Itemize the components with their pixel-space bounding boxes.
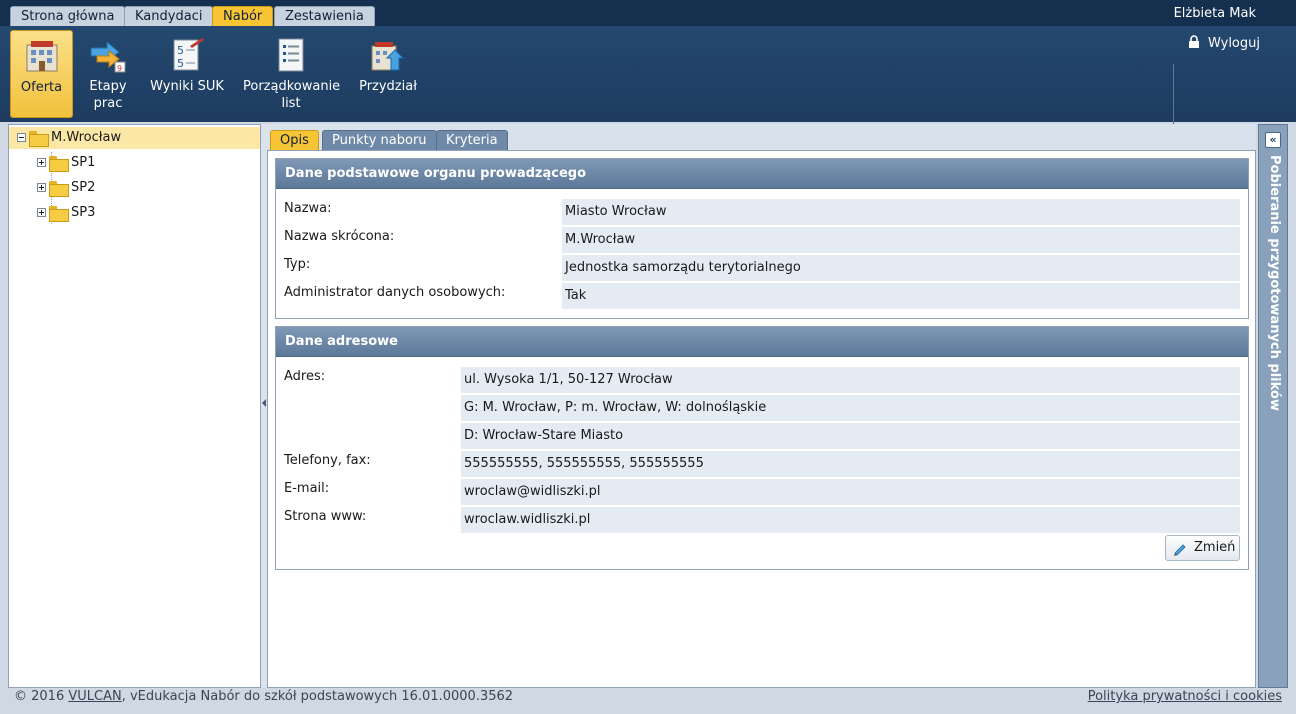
tree-node-label: M.Wrocław (51, 130, 122, 145)
main-panel: Opis Punkty naboru Kryteria Dane podstaw… (267, 124, 1256, 688)
field-value-address-line: G: M. Wrocław, P: m. Wrocław, W: dolnośl… (461, 395, 1240, 421)
assign-icon (369, 36, 407, 74)
section-basic-data: Dane podstawowe organu prowadzącego Nazw… (275, 158, 1249, 319)
section-title: Dane adresowe (276, 327, 1248, 357)
field-value-nazwa: Miasto Wrocław (562, 199, 1240, 225)
expand-icon[interactable] (37, 208, 46, 217)
files-side-panel[interactable]: « Pobieranie przygotowanych plików (1258, 124, 1288, 688)
tab-content: Dane podstawowe organu prowadzącego Nazw… (267, 150, 1256, 688)
toolbar-oferta-button[interactable]: Oferta (10, 30, 73, 118)
privacy-link[interactable]: Polityka prywatności i cookies (1088, 689, 1282, 704)
toolbar: Oferta 9 Etapy prac 5 5 Wyniki SUK Porzą… (0, 26, 1296, 130)
folder-open-icon (29, 130, 49, 147)
edit-button[interactable]: Zmień (1165, 535, 1240, 561)
toolbar-wyniki-suk-button[interactable]: 5 5 Wyniki SUK (148, 30, 226, 118)
field-value-www: wroclaw.widliszki.pl (461, 507, 1240, 533)
list-icon (272, 36, 310, 74)
user-name: Elżbieta Mak (1173, 6, 1256, 21)
tree-node-root[interactable]: M.Wrocław (9, 127, 260, 149)
subtab-opis[interactable]: Opis (270, 130, 319, 150)
tree-panel: M.Wrocław SP1 SP2 SP3 (8, 124, 261, 688)
toolbar-label: Porządkowanie list (243, 79, 341, 111)
tree-node-label: SP3 (71, 205, 96, 220)
folder-icon (49, 180, 69, 197)
field-label: Nazwa: (284, 201, 332, 216)
field-value-typ: Jednostka samorządu terytorialnego (562, 255, 1240, 281)
field-value-nazwa-skrocona: M.Wrocław (562, 227, 1240, 253)
logout-label: Wyloguj (1208, 36, 1260, 51)
section-title: Dane podstawowe organu prowadzącego (276, 159, 1248, 189)
footer-copyright: © 2016 VULCAN, vEdukacja Nabór do szkół … (14, 688, 513, 706)
toolbar-label: Przydział (359, 79, 417, 94)
collapse-icon[interactable] (17, 133, 26, 142)
field-label: E-mail: (284, 481, 330, 496)
building-icon (23, 37, 61, 75)
folder-icon (49, 205, 69, 222)
tab-nabor[interactable]: Nabór (212, 6, 274, 26)
field-label: Telefony, fax: (284, 453, 371, 468)
toolbar-przydzial-button[interactable]: Przydział (356, 30, 420, 118)
field-label: Typ: (284, 257, 311, 272)
svg-text:5: 5 (177, 44, 184, 57)
field-value-phones: 555555555, 555555555, 555555555 (461, 451, 1240, 477)
subtab-punkty-naboru[interactable]: Punkty naboru (322, 130, 437, 150)
results-icon: 5 5 (168, 36, 206, 74)
subtab-kryteria[interactable]: Kryteria (436, 130, 508, 150)
tree-node-sp2[interactable]: SP2 (37, 177, 95, 199)
side-panel-title: Pobieranie przygotowanych plików (1267, 155, 1282, 411)
copyright-prefix: © 2016 (14, 689, 69, 704)
edit-button-label: Zmień (1194, 540, 1236, 555)
field-value-address-line: D: Wrocław-Stare Miasto (461, 423, 1240, 449)
pencil-icon (1173, 541, 1187, 556)
main-tabs: Strona główna Kandydaci Nabór Zestawieni… (0, 0, 1296, 26)
tree-node-sp1[interactable]: SP1 (37, 152, 95, 174)
field-label: Nazwa skrócona: (284, 229, 395, 244)
toolbar-porzadkowanie-list-button[interactable]: Porządkowanie list (240, 30, 342, 118)
app-header: Strona główna Kandydaci Nabór Zestawieni… (0, 0, 1296, 130)
tab-kandydaci[interactable]: Kandydaci (124, 6, 214, 26)
stages-arrow-icon: 9 (89, 36, 127, 74)
field-label: Administrator danych osobowych: (284, 285, 506, 300)
folder-icon (49, 155, 69, 172)
logout-button[interactable]: Wyloguj (1188, 34, 1260, 51)
field-value-email: wroclaw@widliszki.pl (461, 479, 1240, 505)
toolbar-label: Etapy prac (89, 79, 127, 111)
footer-privacy: Polityka prywatności i cookies (1088, 688, 1282, 706)
expand-double-chevron-icon[interactable]: « (1265, 132, 1281, 148)
expand-icon[interactable] (37, 158, 46, 167)
toolbar-label: Wyniki SUK (150, 79, 224, 94)
field-label: Adres: (284, 369, 326, 384)
vendor-link[interactable]: VULCAN (68, 689, 121, 704)
tree-node-label: SP2 (71, 180, 96, 195)
tree-node-label: SP1 (71, 155, 96, 170)
collapse-left-icon[interactable] (262, 399, 266, 407)
toolbar-etapy-prac-button[interactable]: 9 Etapy prac (80, 30, 136, 118)
section-address-data: Dane adresowe Adres: ul. Wysoka 1/1, 50-… (275, 326, 1249, 570)
toolbar-label: Oferta (20, 80, 63, 95)
field-label: Strona www: (284, 509, 367, 524)
product-info: , vEdukacja Nabór do szkół podstawowych … (121, 689, 514, 704)
tab-zestawienia[interactable]: Zestawienia (274, 6, 375, 26)
toolbar-separator (1173, 64, 1174, 130)
tree-node-sp3[interactable]: SP3 (37, 202, 95, 224)
field-value-address-line: ul. Wysoka 1/1, 50-127 Wrocław (461, 367, 1240, 393)
footer: © 2016 VULCAN, vEdukacja Nabór do szkół … (8, 688, 1288, 710)
svg-text:5: 5 (177, 57, 184, 70)
svg-text:9: 9 (117, 64, 122, 73)
lock-icon (1188, 35, 1200, 48)
field-value-administrator: Tak (562, 283, 1240, 309)
expand-icon[interactable] (37, 183, 46, 192)
tab-strona-glowna[interactable]: Strona główna (10, 6, 126, 26)
